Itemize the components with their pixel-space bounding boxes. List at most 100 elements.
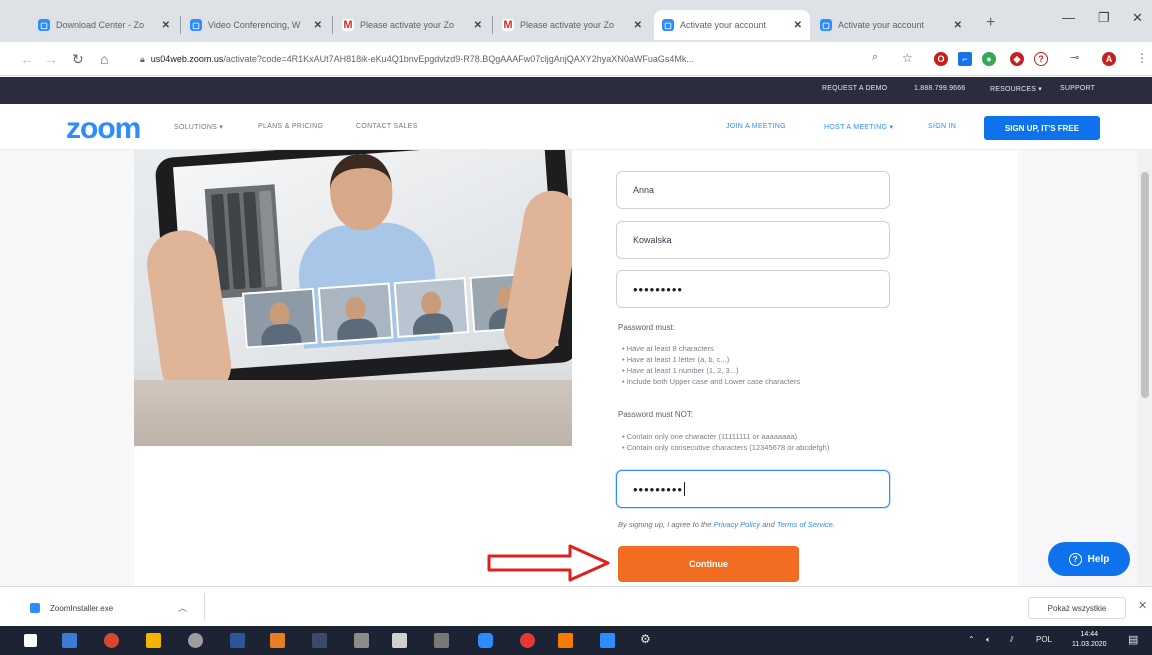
volume-icon[interactable]: 🔈︎	[986, 635, 991, 645]
app-icon[interactable]	[188, 633, 203, 648]
extension-icon[interactable]: ◆	[1010, 52, 1024, 66]
notifications-icon[interactable]: ▤	[1128, 633, 1138, 646]
tab-title: Video Conferencing, W	[208, 20, 301, 30]
back-icon[interactable]: ←	[20, 51, 34, 67]
app-icon[interactable]	[354, 633, 369, 648]
extension-icon[interactable]: ?	[1034, 52, 1048, 66]
list-item: • Include both Upper case and Lower case…	[622, 377, 801, 386]
zoom-page-icon[interactable]: ⌕	[872, 51, 878, 64]
home-icon[interactable]: ⌂	[100, 51, 108, 67]
screen: ▢ Download Center - Zo ✕ ▢ Video Confere…	[0, 0, 1152, 655]
opera-icon[interactable]	[520, 633, 535, 648]
solutions-menu[interactable]: SOLUTIONS ▾	[174, 123, 223, 131]
gmail-favicon-icon: M	[342, 19, 354, 31]
host-meeting-menu[interactable]: HOST A MEETING ▾	[824, 123, 893, 131]
app-icon[interactable]	[270, 633, 285, 648]
tray-chevron-icon[interactable]: ⌃	[968, 635, 975, 644]
tab-close-icon[interactable]: ✕	[634, 20, 642, 31]
scrollbar-thumb[interactable]	[1141, 172, 1149, 398]
password-field[interactable]: •••••••••	[616, 270, 890, 308]
tab-title: Please activate your Zo	[520, 20, 615, 30]
contact-sales-link[interactable]: CONTACT SALES	[356, 123, 418, 130]
browser-tab-active[interactable]: ▢ Activate your account ✕	[654, 10, 810, 40]
tab-close-icon[interactable]: ✕	[314, 20, 322, 31]
zoom-app-icon[interactable]	[600, 633, 615, 648]
browser-tab[interactable]: ▢ Download Center - Zo ✕	[30, 10, 178, 40]
participant-thumbnail	[241, 287, 318, 349]
privacy-policy-link[interactable]: Privacy Policy	[713, 520, 760, 529]
resources-menu[interactable]: RESOURCES ▾	[990, 85, 1042, 93]
list-item: • Have at least 1 letter (a, b, c...)	[622, 355, 730, 364]
sign-up-button[interactable]: SIGN UP, IT'S FREE	[984, 116, 1100, 140]
taskbar-clock[interactable]: 14:44 11.03.2020	[1072, 630, 1107, 650]
confirm-password-field[interactable]: •••••••••	[616, 470, 890, 508]
tab-close-icon[interactable]: ✕	[954, 20, 962, 31]
settings-gear-icon[interactable]: ⚙	[640, 632, 651, 646]
zoom-main-nav: zoom SOLUTIONS ▾ PLANS & PRICING CONTACT…	[0, 104, 1152, 150]
profile-avatar[interactable]: A	[1102, 52, 1116, 66]
terms-text: .	[832, 520, 835, 529]
continue-button[interactable]: Continue	[618, 546, 799, 582]
key-icon[interactable]: ⊸	[1070, 51, 1079, 64]
reload-icon[interactable]: ↻	[72, 51, 84, 68]
support-link[interactable]: SUPPORT	[1060, 85, 1095, 92]
new-tab-icon[interactable]: +	[986, 14, 995, 32]
page-scrollbar[interactable]	[1138, 150, 1152, 586]
browser-tab[interactable]: M Please activate your Zo ✕	[494, 10, 650, 40]
tab-close-icon[interactable]: ✕	[474, 20, 482, 31]
address-bar[interactable]: 🔒︎ us04web.zoom.us /activate?code=4R1KxA…	[130, 47, 920, 71]
menu-icon[interactable]: ⋮	[1136, 51, 1148, 65]
tab-divider	[180, 16, 181, 34]
plans-pricing-link[interactable]: PLANS & PRICING	[258, 123, 323, 130]
tab-close-icon[interactable]: ✕	[162, 20, 170, 31]
terms-of-service-link[interactable]: Terms of Service	[777, 520, 833, 529]
tab-divider	[492, 16, 493, 34]
join-meeting-link[interactable]: JOIN A MEETING	[726, 123, 786, 130]
password-must-heading: Password must:	[618, 323, 675, 332]
app-icon[interactable]	[392, 633, 407, 648]
minimize-icon[interactable]: —	[1062, 10, 1075, 25]
app-icon[interactable]	[146, 633, 161, 648]
app-icon[interactable]	[230, 633, 245, 648]
forward-icon[interactable]: →	[44, 51, 58, 67]
zoom-app-icon[interactable]	[478, 633, 493, 648]
gmail-favicon-icon: M	[502, 19, 514, 31]
window-close-icon[interactable]: ✕	[1132, 10, 1143, 26]
list-item: • Have at least 1 number (1, 2, 3...)	[622, 366, 739, 375]
start-icon[interactable]	[24, 634, 37, 647]
hero-image	[134, 150, 572, 446]
list-item: • Contain only consecutive characters (1…	[622, 443, 830, 452]
extension-icon[interactable]: ⌐	[958, 52, 972, 66]
participant-thumbnail	[317, 282, 394, 344]
app-icon[interactable]	[558, 633, 573, 648]
restore-icon[interactable]: ❐	[1098, 10, 1110, 26]
chevron-up-icon[interactable]: ︿	[178, 601, 187, 614]
show-all-button[interactable]: Pokaż wszystkie	[1028, 597, 1126, 619]
app-icon[interactable]	[62, 633, 77, 648]
last-name-field[interactable]: Kowalska	[616, 221, 890, 259]
zoom-favicon-icon: ▢	[820, 19, 832, 31]
calculator-icon[interactable]	[434, 633, 449, 648]
participant-thumbnails	[241, 271, 546, 349]
tab-close-icon[interactable]: ✕	[794, 20, 802, 31]
url-path: /activate?code=4R1KxAUt7AH818ik-eKu4Q1bn…	[223, 54, 694, 64]
request-demo-link[interactable]: REQUEST A DEMO	[822, 85, 887, 92]
extension-icon[interactable]: ●	[982, 52, 996, 66]
language-indicator[interactable]: POL	[1036, 635, 1052, 644]
network-icon[interactable]: ⫽	[1010, 635, 1014, 645]
chrome-icon[interactable]	[104, 633, 119, 648]
confirm-password-value: •••••••••	[633, 481, 683, 497]
clock-time: 14:44	[1080, 631, 1099, 638]
browser-tab[interactable]: ▢ Activate your account ✕	[812, 10, 970, 40]
close-download-bar-icon[interactable]: ✕	[1138, 599, 1147, 612]
zoom-logo[interactable]: zoom	[66, 112, 141, 146]
help-button[interactable]: ? Help	[1048, 542, 1130, 576]
browser-tab[interactable]: ▢ Video Conferencing, W ✕	[182, 10, 330, 40]
opera-extension-icon[interactable]: O	[934, 52, 948, 66]
app-icon[interactable]	[312, 633, 327, 648]
page-gutter	[0, 150, 134, 586]
first-name-field[interactable]: Anna	[616, 171, 890, 209]
browser-tab[interactable]: M Please activate your Zo ✕	[334, 10, 490, 40]
sign-in-link[interactable]: SIGN IN	[928, 123, 956, 130]
bookmark-star-icon[interactable]: ☆	[902, 51, 913, 65]
